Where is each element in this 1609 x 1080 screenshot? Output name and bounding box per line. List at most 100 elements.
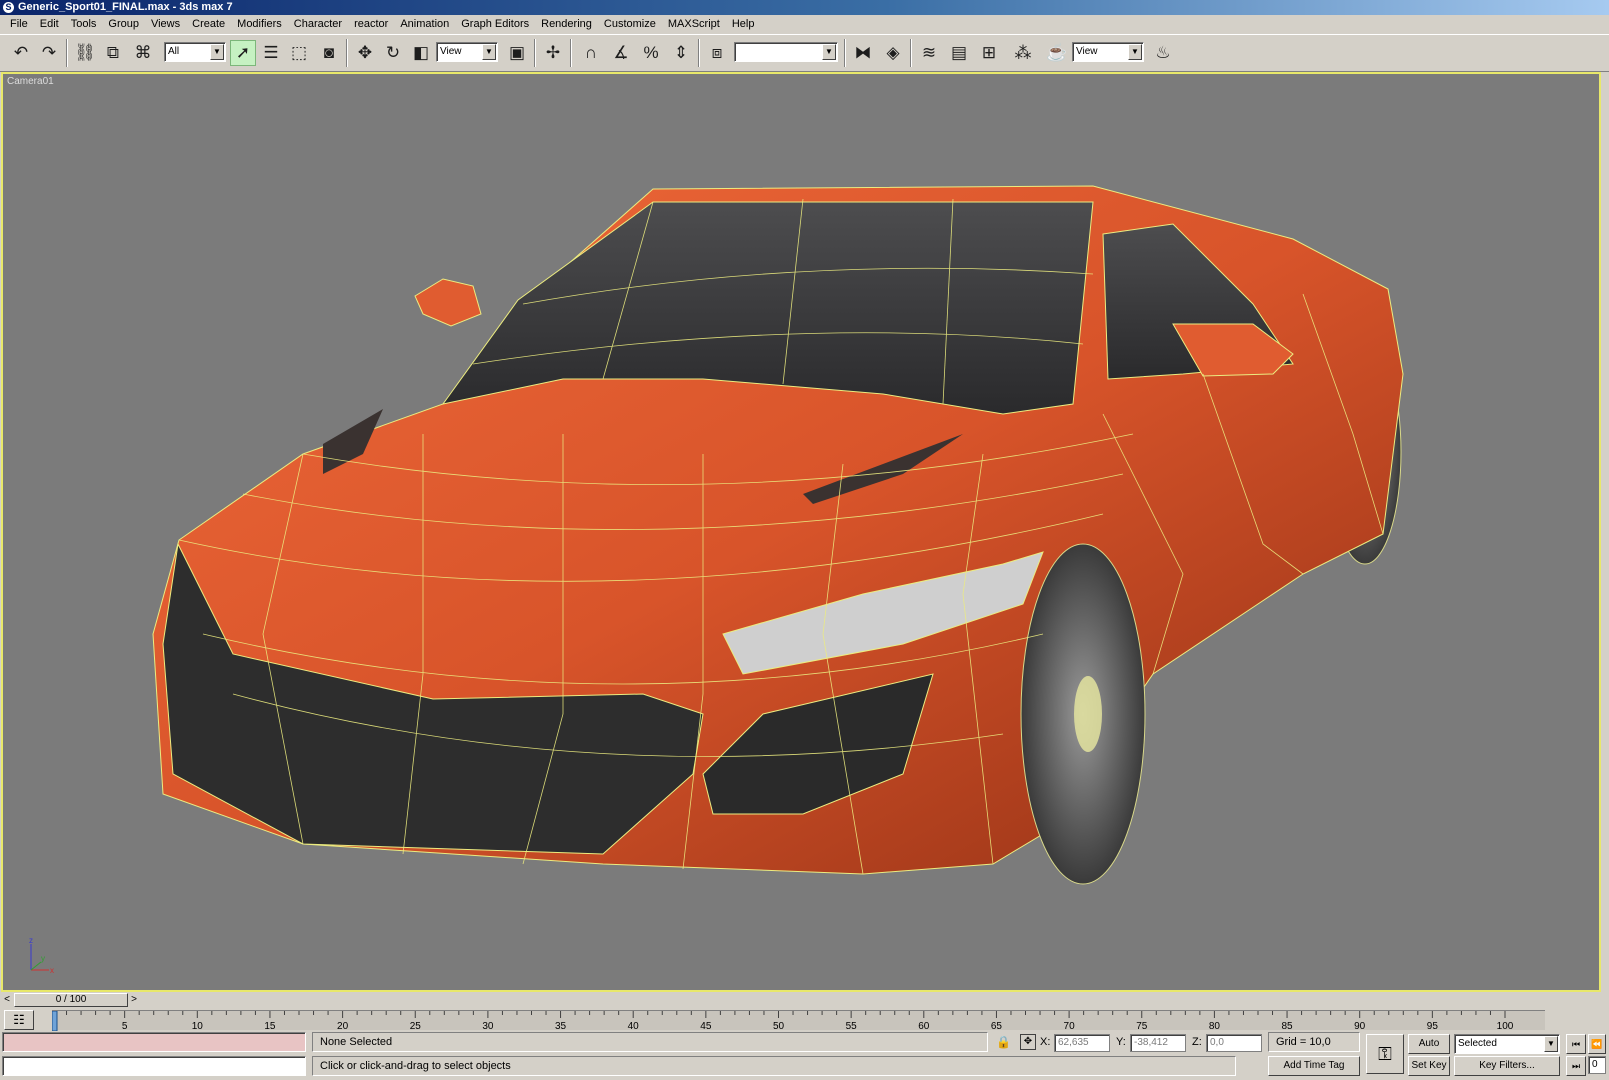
auto-key-button[interactable]: Auto Key — [1408, 1034, 1450, 1067]
menu-bar: File Edit Tools Group Views Create Modif… — [0, 15, 1609, 34]
scale-icon: ◧ — [412, 43, 430, 62]
key-filters-button[interactable]: Key Filters... — [1454, 1056, 1560, 1076]
timeline-track[interactable]: 0510152025303540455055606570758085909510… — [52, 1010, 1545, 1031]
windshield — [441, 201, 1094, 415]
bind-to-space-warp-button[interactable]: ⌘ — [130, 40, 156, 66]
window-crossing-button[interactable]: ◙ — [316, 40, 342, 66]
crossing-icon: ◙ — [323, 43, 335, 62]
current-frame-field[interactable]: 0 — [1588, 1056, 1606, 1074]
timeline-tick-label: 55 — [846, 1021, 858, 1031]
percent-snap-icon: % — [643, 43, 659, 62]
curve-editor-button[interactable]: ▤ — [946, 40, 972, 66]
menu-views[interactable]: Views — [145, 16, 186, 33]
key-mode-icon: ⏭ — [1571, 1061, 1581, 1071]
align-button[interactable]: ◈ — [880, 40, 906, 66]
toolbar-separator — [570, 39, 572, 67]
menu-modifiers[interactable]: Modifiers — [231, 16, 288, 33]
y-coordinate-value: -38,412 — [1134, 1037, 1168, 1048]
mirror-button[interactable]: ⧓ — [850, 40, 876, 66]
toolbar-separator — [910, 39, 912, 67]
menu-reactor[interactable]: reactor — [348, 16, 394, 33]
time-prev-button[interactable]: < — [1, 993, 13, 1007]
layer-manager-button[interactable]: ≋ — [916, 40, 942, 66]
3ds-max-icon: S — [3, 2, 14, 13]
time-slider[interactable]: 0 / 100 — [14, 993, 128, 1007]
menu-rendering[interactable]: Rendering — [535, 16, 598, 33]
selection-status: None Selected — [312, 1032, 988, 1052]
menu-animation[interactable]: Animation — [394, 16, 455, 33]
select-and-rotate-button[interactable]: ↻ — [380, 40, 406, 66]
menu-help[interactable]: Help — [726, 16, 761, 33]
spinner-snap-button[interactable]: ⇕ — [668, 40, 694, 66]
quick-render-button[interactable]: ♨ — [1150, 40, 1176, 66]
space-warp-icon: ⌘ — [134, 43, 152, 62]
time-next-button[interactable]: > — [128, 993, 140, 1007]
absolute-mode-icon[interactable]: ✥ — [1020, 1034, 1036, 1050]
menu-group[interactable]: Group — [102, 16, 145, 33]
spinner-snap-icon: ⇕ — [673, 43, 689, 62]
go-to-start-icon: ⏮ — [1571, 1039, 1581, 1049]
add-time-tag-button[interactable]: Add Time Tag — [1268, 1056, 1360, 1076]
unlink-icon: ⧉ — [106, 43, 120, 62]
prompt-text: Click or click-and-drag to select object… — [320, 1060, 511, 1072]
mini-curve-editor-button[interactable]: ☷ — [4, 1010, 34, 1030]
schematic-view-button[interactable]: ⊞ — [976, 40, 1002, 66]
menu-tools[interactable]: Tools — [65, 16, 103, 33]
camera-viewport[interactable]: Camera01 z x y — [1, 72, 1601, 992]
timeline-tick-label: 45 — [700, 1021, 712, 1031]
snaps-toggle-button[interactable]: ∩ — [578, 40, 604, 66]
menu-customize[interactable]: Customize — [598, 16, 662, 33]
layers-icon: ≋ — [921, 43, 937, 62]
pivot-center-button[interactable]: ▣ — [504, 40, 530, 66]
key-mode-toggle-button[interactable]: ⏭ — [1566, 1056, 1586, 1076]
set-key-button[interactable]: Set Key — [1408, 1056, 1450, 1076]
curve-editor-icon: ▤ — [950, 43, 968, 62]
maxscript-listener-mini[interactable] — [2, 1032, 306, 1052]
menu-file[interactable]: File — [4, 16, 34, 33]
pivot-center-icon: ▣ — [508, 43, 526, 62]
menu-character[interactable]: Character — [288, 16, 348, 33]
angle-snap-button[interactable]: ∡ — [608, 40, 634, 66]
rectangular-selection-button[interactable]: ⬚ — [286, 40, 312, 66]
link-icon: ⛓ — [74, 43, 96, 62]
redo-button[interactable]: ↷ — [36, 40, 62, 66]
material-editor-button[interactable]: ⁂ — [1010, 40, 1036, 66]
menu-edit[interactable]: Edit — [34, 16, 65, 33]
select-and-scale-button[interactable]: ◧ — [408, 40, 434, 66]
undo-button[interactable]: ↶ — [8, 40, 34, 66]
current-time-marker[interactable] — [52, 1011, 58, 1031]
previous-frame-button[interactable]: ⏪ — [1588, 1034, 1606, 1054]
selection-filter-dropdown[interactable]: All ▼ — [164, 42, 226, 62]
chevron-down-icon: ▼ — [822, 44, 836, 60]
add-time-tag-label: Add Time Tag — [1283, 1060, 1345, 1071]
edit-named-selection-button[interactable]: ⧈ — [704, 40, 730, 66]
y-coordinate-field[interactable]: -38,412 — [1130, 1034, 1186, 1052]
menu-create[interactable]: Create — [186, 16, 231, 33]
timeline-tick-label: 80 — [1209, 1021, 1221, 1031]
lock-icon[interactable]: 🔒 — [996, 1035, 1011, 1049]
set-key-big-button[interactable]: ⚿ — [1366, 1034, 1404, 1074]
key-mode-value: Selected — [1458, 1038, 1497, 1049]
reference-coordinate-dropdown[interactable]: View ▼ — [436, 42, 498, 62]
z-coordinate-field[interactable]: 0,0 — [1206, 1034, 1262, 1052]
named-selection-set-dropdown[interactable]: ▼ — [734, 42, 838, 62]
select-and-link-button[interactable]: ⛓ — [72, 40, 98, 66]
select-object-button[interactable]: ➚ — [230, 40, 256, 66]
unlink-selection-button[interactable]: ⧉ — [100, 40, 126, 66]
go-to-start-button[interactable]: ⏮ — [1566, 1034, 1586, 1054]
render-scene-button[interactable]: ☕ — [1044, 40, 1070, 66]
render-type-dropdown[interactable]: View ▼ — [1072, 42, 1144, 62]
select-by-name-icon: ☰ — [263, 43, 279, 62]
select-and-move-button[interactable]: ✥ — [352, 40, 378, 66]
car-model-wireframe[interactable] — [3, 74, 1599, 990]
x-coordinate-field[interactable]: 62,635 — [1054, 1034, 1110, 1052]
menu-graph-editors[interactable]: Graph Editors — [455, 16, 535, 33]
percent-snap-button[interactable]: % — [638, 40, 664, 66]
select-by-name-button[interactable]: ☰ — [258, 40, 284, 66]
manipulate-icon: ✢ — [545, 43, 561, 62]
manipulate-button[interactable]: ✢ — [540, 40, 566, 66]
maxscript-output-mini[interactable] — [2, 1056, 306, 1076]
key-mode-dropdown[interactable]: Selected ▼ — [1454, 1034, 1560, 1054]
menu-maxscript[interactable]: MAXScript — [662, 16, 726, 33]
material-spheres-icon: ⁂ — [1014, 43, 1032, 62]
